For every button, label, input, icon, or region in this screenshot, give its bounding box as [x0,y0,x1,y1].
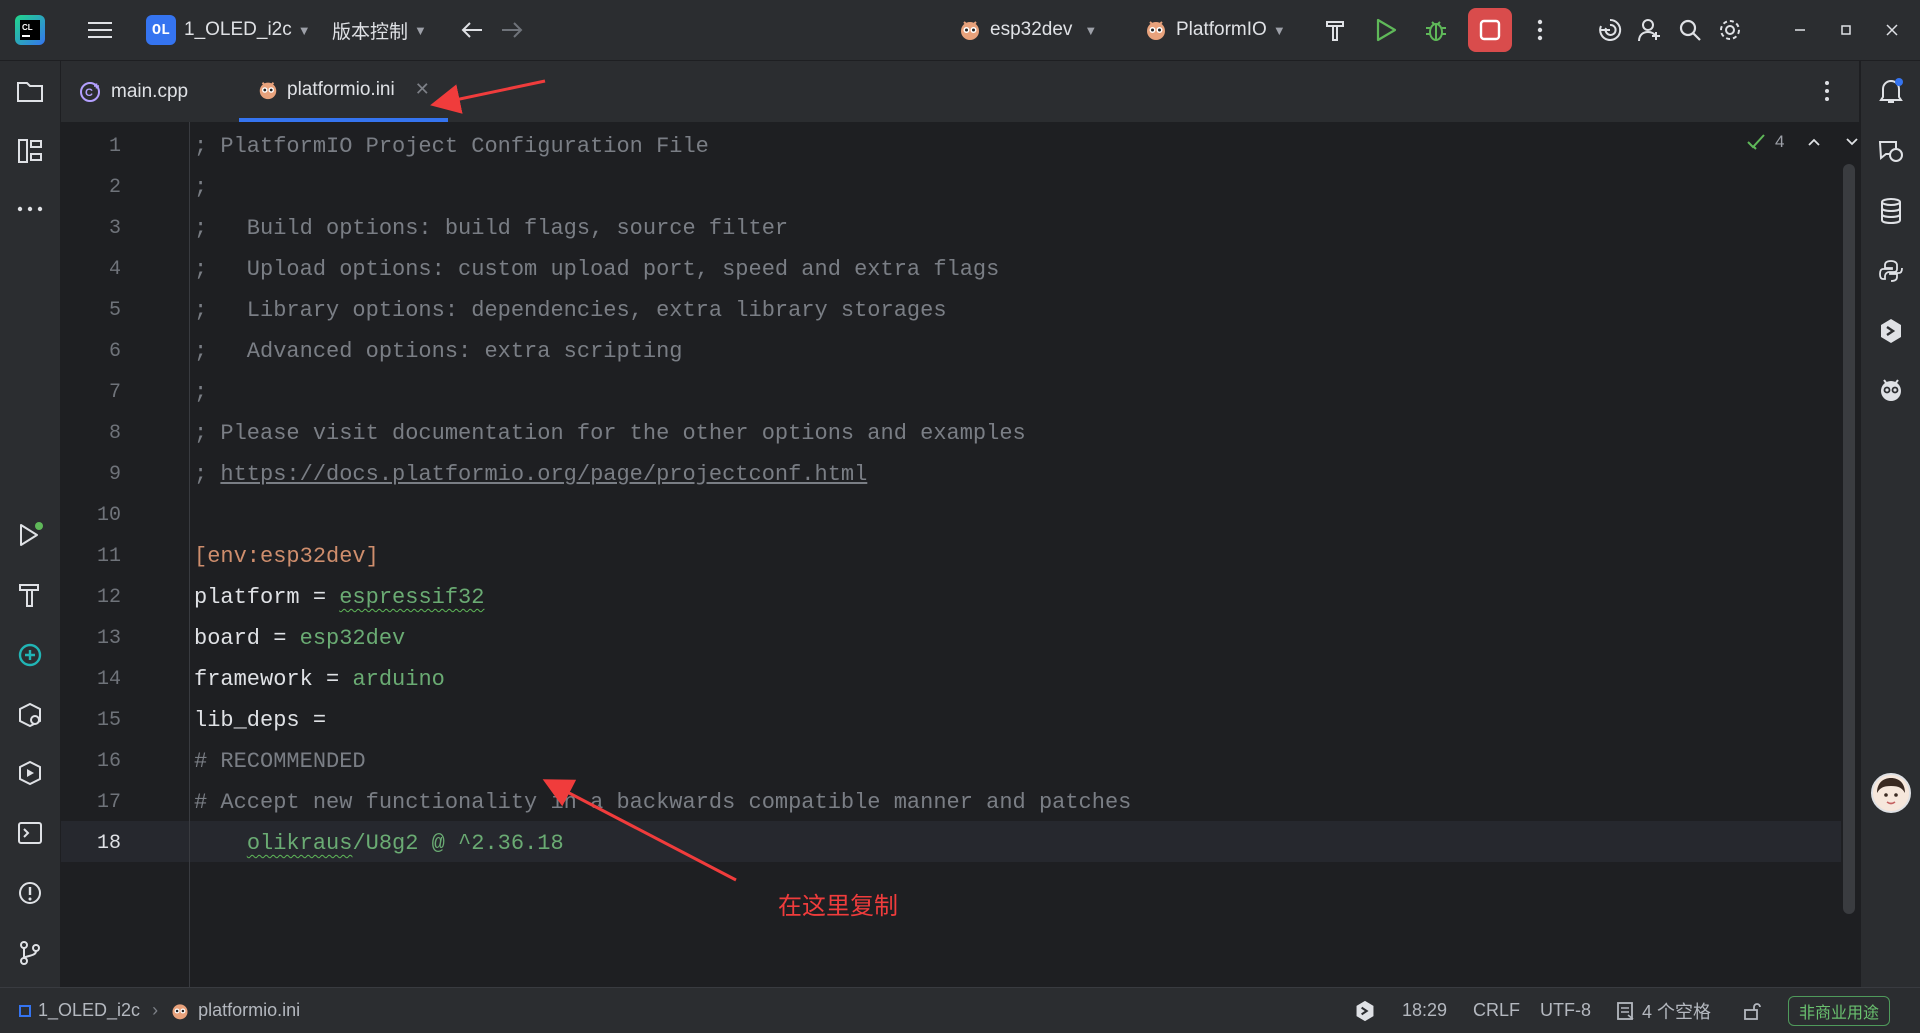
arrow-to-line [542,779,737,882]
indent-setting[interactable]: 4 个空格 [1616,988,1711,1033]
indent-label: 4 个空格 [1642,1001,1712,1022]
cursor-position[interactable]: 18:29 [1402,988,1447,1033]
platformio-file-icon [172,1003,188,1019]
indent-doc-icon [1617,1001,1634,1020]
module-icon [19,1004,31,1017]
breadcrumb-file[interactable]: platformio.ini [198,1000,300,1021]
annotation-label: 在这里复制 [778,893,898,920]
hexagon-icon [1356,1000,1374,1021]
breadcrumb-project[interactable]: 1_OLED_i2c [38,1000,140,1021]
read-only-toggle[interactable] [1742,988,1762,1033]
code-with-me-status[interactable] [1354,988,1376,1033]
chevron-right-icon: › [152,1000,159,1020]
file-encoding[interactable]: UTF-8 [1540,988,1591,1033]
arrow-to-tab [430,79,546,114]
annotation-arrows [430,79,737,882]
license-status[interactable]: 非商业用途 [1788,988,1891,1033]
status-bar: 1_OLED_i2c › platformio.ini 18:29 CRLF U… [0,987,1920,1033]
line-separator[interactable]: CRLF [1473,988,1520,1033]
breadcrumb: 1_OLED_i2c › platformio.ini [18,988,300,1033]
unlock-icon [1744,1002,1761,1020]
license-badge: 非商业用途 [1788,995,1891,1026]
